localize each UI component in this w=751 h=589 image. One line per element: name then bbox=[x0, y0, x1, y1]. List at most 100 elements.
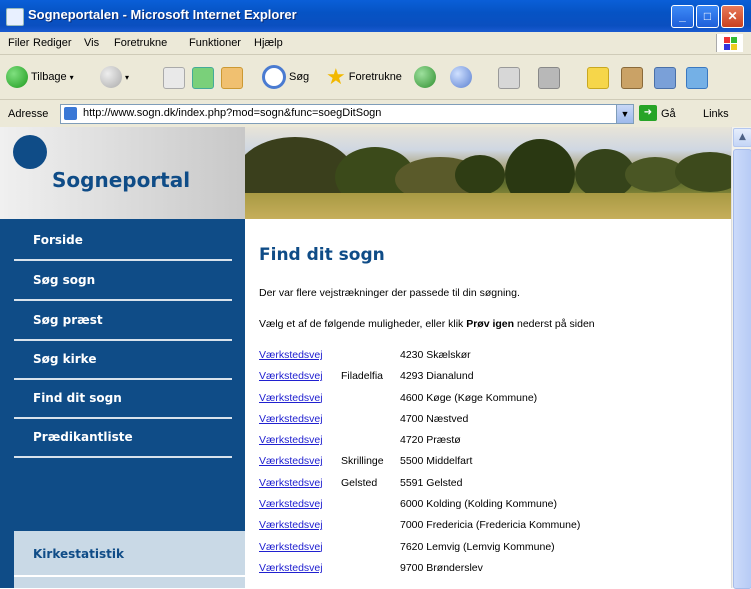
street-link[interactable]: Værkstedsvej bbox=[259, 519, 323, 531]
street-link[interactable]: Værkstedsvej bbox=[259, 498, 323, 510]
search-button[interactable]: Søg bbox=[262, 64, 309, 90]
nav-item-soeg-praest[interactable]: Søg præst bbox=[14, 301, 232, 341]
street-link[interactable]: Værkstedsvej bbox=[259, 455, 323, 467]
page-title: Find dit sogn bbox=[259, 245, 385, 265]
mail-icon[interactable] bbox=[450, 66, 472, 88]
edit-icon[interactable] bbox=[538, 67, 560, 89]
menu-tools[interactable]: Funktioner bbox=[189, 37, 241, 49]
street-link[interactable]: Værkstedsvej bbox=[259, 434, 323, 446]
nav-item-find-dit-sogn[interactable]: Find dit sogn bbox=[14, 379, 232, 419]
maximize-button[interactable]: □ bbox=[696, 5, 719, 28]
back-label: Tilbage bbox=[31, 71, 67, 83]
windows-logo-icon bbox=[716, 34, 743, 52]
history-icon[interactable] bbox=[414, 66, 436, 88]
page-viewport: Sogneportal Forside Søg sogn Søg præst S… bbox=[0, 127, 731, 588]
search-icon bbox=[262, 65, 286, 89]
vertical-scrollbar[interactable]: ▲ bbox=[731, 127, 751, 589]
postal-code-text: 9700 Brønderslev bbox=[400, 561, 483, 574]
menu-edit[interactable]: Rediger bbox=[33, 37, 72, 49]
nav-label: Søg kirke bbox=[33, 352, 97, 366]
locality-text: Gelsted bbox=[341, 476, 378, 489]
home-icon[interactable] bbox=[221, 67, 243, 89]
nav-label: Forside bbox=[33, 233, 83, 247]
print-icon[interactable] bbox=[498, 67, 520, 89]
nav-item-soeg-kirke[interactable]: Søg kirke bbox=[14, 340, 232, 380]
site-logo[interactable]: Sogneportal bbox=[0, 127, 245, 219]
instruction-text: Vælg et af de følgende muligheder, eller… bbox=[259, 318, 595, 330]
postal-code-text: 4720 Præstø bbox=[400, 434, 461, 447]
ie-icon bbox=[6, 8, 24, 26]
nav-label: Søg sogn bbox=[33, 273, 96, 287]
menu-file[interactable]: Filer bbox=[8, 37, 29, 49]
forward-arrow-icon bbox=[100, 66, 122, 88]
stop-icon[interactable] bbox=[163, 67, 185, 89]
street-link[interactable]: Værkstedsvej bbox=[259, 413, 323, 425]
close-button[interactable]: ✕ bbox=[721, 5, 744, 28]
street-link[interactable]: Værkstedsvej bbox=[259, 562, 323, 574]
refresh-icon[interactable] bbox=[192, 67, 214, 89]
nav-item-next[interactable] bbox=[14, 577, 245, 588]
locality-text: Filadelfia bbox=[341, 370, 384, 383]
postal-code-text: 4293 Dianalund bbox=[400, 370, 474, 383]
nav-label: Prædikantliste bbox=[33, 430, 133, 444]
intro-text: Der var flere vejstrækninger der passede… bbox=[259, 287, 520, 299]
links-button[interactable]: Links bbox=[703, 108, 729, 120]
postal-code-text: 6000 Kolding (Kolding Kommune) bbox=[400, 498, 558, 511]
go-arrow-icon[interactable]: ➜ bbox=[639, 105, 657, 121]
address-input[interactable]: http://www.sogn.dk/index.php?mod=sogn&fu… bbox=[60, 104, 634, 124]
instruction-text-end: nederst på siden bbox=[514, 318, 595, 330]
back-arrow-icon bbox=[6, 66, 28, 88]
scrollbar-thumb[interactable] bbox=[733, 149, 751, 589]
menu-bar: Filer Rediger Vis Foretrukne Funktioner … bbox=[0, 32, 751, 55]
address-label: Adresse bbox=[8, 108, 49, 120]
forward-button[interactable]: ▾ bbox=[100, 64, 129, 90]
settings-icon[interactable] bbox=[654, 67, 676, 89]
nav-item-forside[interactable]: Forside bbox=[14, 221, 232, 261]
star-icon: ★ bbox=[326, 64, 346, 89]
messenger-icon[interactable] bbox=[686, 67, 708, 89]
street-link[interactable]: Værkstedsvej bbox=[259, 477, 323, 489]
menu-view[interactable]: Vis bbox=[84, 37, 99, 49]
postal-code-text: 5500 Middelfart bbox=[400, 455, 473, 468]
chevron-down-icon: ▾ bbox=[125, 72, 130, 82]
window-title: Sogneportalen - Microsoft Internet Explo… bbox=[28, 7, 297, 22]
header-banner-image bbox=[245, 127, 731, 219]
nav-item-praedikantliste[interactable]: Prædikantliste bbox=[14, 418, 232, 458]
menu-help[interactable]: Hjælp bbox=[254, 37, 283, 49]
street-link[interactable]: Værkstedsvej bbox=[259, 541, 323, 553]
postal-code-text: 5591 Gelsted bbox=[400, 476, 463, 489]
instruction-text-bold: Prøv igen bbox=[466, 318, 515, 330]
address-url: http://www.sogn.dk/index.php?mod=sogn&fu… bbox=[83, 107, 382, 119]
scroll-up-icon[interactable]: ▲ bbox=[733, 128, 751, 147]
nav-label: Kirkestatistik bbox=[33, 547, 124, 561]
menu-favorites[interactable]: Foretrukne bbox=[114, 37, 167, 49]
page-icon bbox=[64, 107, 77, 120]
minimize-button[interactable]: _ bbox=[671, 5, 694, 28]
nav-item-soeg-sogn[interactable]: Søg sogn bbox=[14, 261, 232, 301]
back-button[interactable]: Tilbage ▾ bbox=[6, 64, 74, 90]
chevron-down-icon[interactable]: ▼ bbox=[616, 105, 633, 123]
favorites-button[interactable]: ★ Foretrukne bbox=[326, 64, 402, 90]
street-link[interactable]: Værkstedsvej bbox=[259, 370, 323, 382]
locality-text: Skrillinge bbox=[341, 455, 384, 468]
street-link[interactable]: Værkstedsvej bbox=[259, 349, 323, 361]
nav-item-kirkestatistik[interactable]: Kirkestatistik bbox=[14, 531, 245, 577]
search-label: Søg bbox=[289, 71, 310, 83]
window-titlebar[interactable]: Sogneportalen - Microsoft Internet Explo… bbox=[0, 0, 751, 32]
go-button[interactable]: Gå bbox=[661, 108, 676, 120]
postal-code-text: 4230 Skælskør bbox=[400, 349, 471, 361]
nav-label: Find dit sogn bbox=[33, 391, 122, 405]
address-bar: Adresse http://www.sogn.dk/index.php?mod… bbox=[0, 100, 751, 128]
postal-code-text: 7620 Lemvig (Lemvig Kommune) bbox=[400, 540, 555, 553]
note-icon[interactable] bbox=[587, 67, 609, 89]
favorites-label: Foretrukne bbox=[348, 71, 402, 83]
chevron-down-icon: ▾ bbox=[69, 72, 74, 82]
street-link[interactable]: Værkstedsvej bbox=[259, 392, 323, 404]
postal-code-text: 4600 Køge (Køge Kommune) bbox=[400, 391, 538, 404]
logo-circle-icon bbox=[13, 135, 47, 169]
instruction-text-start: Vælg et af de følgende muligheder, eller… bbox=[259, 318, 467, 330]
site-logo-text: Sogneportal bbox=[52, 168, 191, 192]
postal-code-text: 4700 Næstved bbox=[400, 412, 469, 425]
research-icon[interactable] bbox=[621, 67, 643, 89]
nav-label: Søg præst bbox=[33, 313, 103, 327]
